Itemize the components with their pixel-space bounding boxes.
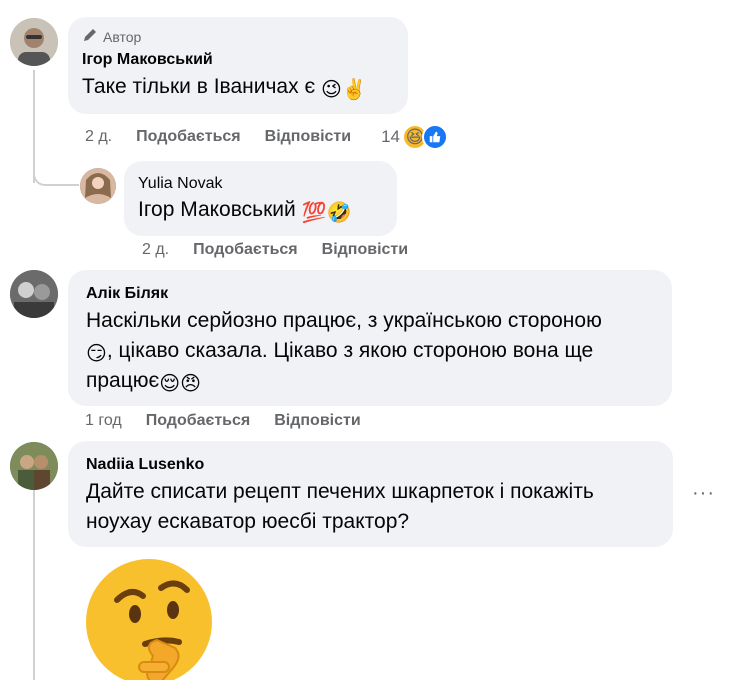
avatar[interactable] — [10, 270, 58, 318]
reactions-summary[interactable]: 14 😆 — [381, 124, 449, 150]
emoji: 💯🤣 — [301, 202, 352, 224]
comment-text-content: працює — [86, 369, 160, 392]
comment-text-content: , цікаво сказала. Цікаво з якою стороною… — [106, 339, 594, 362]
reply-button[interactable]: Відповісти — [322, 241, 408, 259]
comment-text-line: 😏, цікаво сказала. Цікаво з якою стороно… — [86, 336, 654, 366]
comment-text: Ігор Маковський 💯🤣 — [138, 195, 383, 225]
comment-text: Таке тільки в Іваничах є 😉✌️ — [82, 72, 394, 102]
avatar-photo — [10, 442, 58, 490]
avatar-photo — [10, 18, 58, 66]
like-button[interactable]: Подобається — [193, 241, 298, 259]
like-icon — [422, 124, 449, 150]
comment-bubble: Nadiia Lusenko Дайте списати рецепт пече… — [68, 441, 673, 547]
comment-bubble: Алік Біляк Наскільки серйозно працює, з … — [68, 270, 672, 406]
reply-button[interactable]: Відповісти — [265, 128, 351, 146]
like-button[interactable]: Подобається — [146, 412, 251, 430]
comment-actions: 1 год Подобається Відповісти — [85, 412, 361, 430]
emoji: 😏 — [86, 343, 107, 365]
thinking-emoji-sticker — [83, 556, 215, 680]
comment-author-name[interactable]: Алік Біляк — [86, 284, 654, 304]
comment-text-line: Наскільки серйозно працює, з українською… — [86, 309, 602, 332]
avatar[interactable] — [80, 168, 116, 204]
comment-text: Наскільки серйозно працює, з українською… — [86, 306, 654, 396]
comment-author-name[interactable]: Nadiia Lusenko — [86, 455, 655, 475]
comment-bubble: Автор Ігор Маковський Таке тільки в Іван… — [68, 17, 408, 114]
comment-text-content: Таке тільки в Іваничах є — [82, 75, 316, 98]
comment-text-line: Дайте списати рецепт печених шкарпеток і… — [86, 480, 594, 503]
avatar-photo — [10, 270, 58, 318]
comment-bubble: Yulia Novak Ігор Маковський 💯🤣 — [124, 161, 397, 236]
thread-line-vertical — [33, 70, 35, 183]
comment-text-line: ноухау ескаватор юесбі трактор? — [86, 510, 410, 533]
author-badge-label: Автор — [103, 28, 142, 45]
thinking-face-icon — [86, 559, 212, 680]
comment-timestamp[interactable]: 2 д. — [85, 128, 112, 146]
thread-line-curve — [33, 170, 79, 186]
pencil-icon — [82, 27, 98, 46]
comment-timestamp[interactable]: 1 год — [85, 412, 122, 430]
comment-timestamp[interactable]: 2 д. — [142, 241, 169, 259]
mention-link[interactable]: Ігор Маковський — [138, 198, 296, 221]
comment-actions: 2 д. Подобається Відповісти 14 😆 — [85, 124, 449, 150]
emoji: 😉✌️ — [321, 79, 367, 101]
comment-author-name[interactable]: Yulia Novak — [138, 174, 383, 194]
avatar-photo — [80, 168, 116, 204]
comment-actions: 2 д. Подобається Відповісти — [142, 241, 408, 259]
author-badge[interactable]: Автор — [82, 27, 394, 46]
comment-text: Дайте списати рецепт печених шкарпеток і… — [86, 477, 655, 537]
avatar[interactable] — [10, 18, 58, 66]
avatar[interactable] — [10, 442, 58, 490]
reply-button[interactable]: Відповісти — [274, 412, 360, 430]
comment-author-name[interactable]: Ігор Маковський — [82, 50, 394, 70]
thread-line-bottom — [33, 490, 35, 680]
comment-text-line: працює😌😠 — [86, 366, 654, 396]
more-options-button[interactable]: ··· — [692, 482, 715, 505]
reaction-count: 14 — [381, 127, 401, 146]
emoji: 😌😠 — [159, 373, 201, 395]
like-button[interactable]: Подобається — [136, 128, 241, 146]
